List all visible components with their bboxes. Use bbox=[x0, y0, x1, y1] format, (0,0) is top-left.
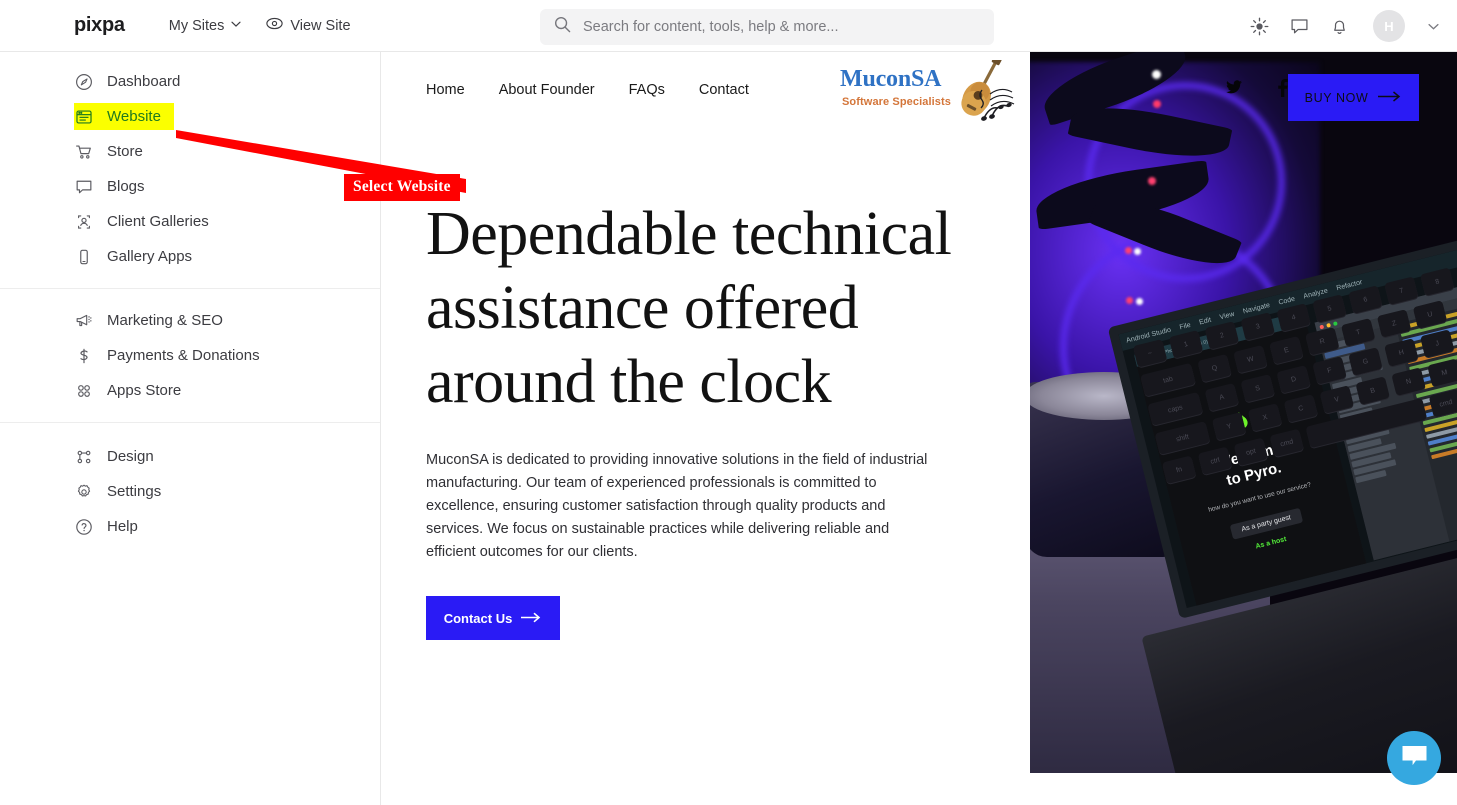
blog-icon bbox=[74, 177, 93, 196]
top-nav: My Sites View Site bbox=[169, 17, 351, 34]
sidebar-item-label: Blogs bbox=[107, 178, 145, 195]
sidebar-item-client-galleries[interactable]: Client Galleries bbox=[0, 204, 380, 239]
app-logo[interactable]: pixpa bbox=[74, 14, 125, 37]
sidebar-item-store[interactable]: Store bbox=[0, 134, 380, 169]
sidebar-item-label: Apps Store bbox=[107, 382, 182, 399]
sidebar-item-marketing-seo[interactable]: Marketing & SEO bbox=[0, 303, 380, 338]
menubar-item: View bbox=[1218, 310, 1236, 322]
top-bar-actions: H bbox=[1250, 0, 1439, 52]
cart-icon bbox=[74, 142, 93, 161]
sidebar-item-label: Payments & Donations bbox=[107, 347, 260, 364]
chevron-down-icon bbox=[231, 19, 241, 28]
site-social-links bbox=[1225, 78, 1288, 102]
menubar-item: Code bbox=[1277, 295, 1296, 307]
bell-icon[interactable] bbox=[1330, 17, 1349, 36]
sidebar-item-settings[interactable]: Settings bbox=[0, 474, 380, 509]
website-preview: Home About Founder FAQs Contact MuconSA … bbox=[381, 52, 1457, 805]
sidebar-group-system: Design Settings Help bbox=[0, 423, 380, 544]
sidebar: Dashboard Website Store Blogs Client Gal… bbox=[0, 52, 381, 805]
sidebar-item-label: Gallery Apps bbox=[107, 248, 193, 265]
sidebar-item-label: Dashboard bbox=[107, 73, 181, 90]
logo-tagline: Software Specialists bbox=[842, 96, 951, 108]
arrow-right-icon bbox=[1378, 90, 1402, 105]
dashboard-icon bbox=[74, 72, 93, 91]
sidebar-item-label: Store bbox=[107, 143, 143, 160]
menubar-item: Edit bbox=[1198, 316, 1212, 327]
grid-icon bbox=[74, 381, 93, 400]
view-site-label: View Site bbox=[290, 17, 351, 34]
sidebar-item-website[interactable]: Website bbox=[0, 99, 380, 134]
sidebar-group-commerce: Marketing & SEO Payments & Donations App… bbox=[0, 289, 380, 408]
site-nav: Home About Founder FAQs Contact bbox=[426, 82, 749, 98]
clients-icon bbox=[74, 212, 93, 231]
chat-widget-button[interactable] bbox=[1387, 731, 1441, 785]
gear-icon bbox=[74, 482, 93, 501]
buy-now-button[interactable]: BUY NOW bbox=[1288, 74, 1419, 121]
sidebar-item-help[interactable]: Help bbox=[0, 509, 380, 544]
megaphone-icon bbox=[74, 311, 93, 330]
sidebar-item-payments-donations[interactable]: Payments & Donations bbox=[0, 338, 380, 373]
menubar-item: File bbox=[1178, 321, 1192, 332]
facebook-icon[interactable] bbox=[1277, 78, 1288, 102]
top-nav-view-site[interactable]: View Site bbox=[266, 17, 351, 34]
design-icon bbox=[74, 447, 93, 466]
site-nav-contact[interactable]: Contact bbox=[699, 82, 749, 98]
top-bar: pixpa My Sites View Site Search for cont… bbox=[0, 0, 1457, 52]
sidebar-item-design[interactable]: Design bbox=[0, 439, 380, 474]
site-logo[interactable]: MuconSA Software Specialists bbox=[836, 55, 1015, 126]
mobile-icon bbox=[74, 247, 93, 266]
top-nav-my-sites[interactable]: My Sites bbox=[169, 18, 241, 34]
contact-us-label: Contact Us bbox=[443, 610, 513, 626]
sidebar-item-label: Help bbox=[107, 518, 138, 535]
chat-bubble-icon bbox=[1401, 744, 1428, 773]
search-input[interactable] bbox=[583, 19, 980, 35]
arrow-right-icon bbox=[521, 611, 542, 626]
search-bar[interactable] bbox=[540, 9, 994, 45]
chat-bubble-icon[interactable] bbox=[1290, 17, 1309, 36]
search-icon bbox=[554, 16, 571, 38]
sidebar-group-content: Dashboard Website Store Blogs Client Gal… bbox=[0, 52, 380, 274]
sidebar-item-label: Client Galleries bbox=[107, 213, 209, 230]
sidebar-item-apps-store[interactable]: Apps Store bbox=[0, 373, 380, 408]
hero-paragraph: MuconSA is dedicated to providing innova… bbox=[426, 452, 928, 560]
site-nav-about[interactable]: About Founder bbox=[499, 82, 595, 98]
sidebar-item-blogs[interactable]: Blogs bbox=[0, 169, 380, 204]
sidebar-item-label: Marketing & SEO bbox=[107, 312, 223, 329]
eye-icon bbox=[266, 17, 284, 34]
page-title: Dependable technical assistance offered … bbox=[426, 200, 952, 416]
question-icon bbox=[74, 517, 93, 536]
hero-text-block: Dependable technical assistance offered … bbox=[426, 197, 986, 640]
site-nav-home[interactable]: Home bbox=[426, 82, 465, 98]
twitter-icon[interactable] bbox=[1225, 80, 1243, 101]
sidebar-item-dashboard[interactable]: Dashboard bbox=[0, 64, 380, 99]
sidebar-item-label: Website bbox=[107, 108, 161, 125]
site-nav-faqs[interactable]: FAQs bbox=[629, 82, 665, 98]
avatar[interactable]: H bbox=[1373, 10, 1405, 42]
logo-name: MuconSA bbox=[840, 66, 942, 92]
dollar-icon bbox=[74, 346, 93, 365]
sidebar-item-label: Settings bbox=[107, 483, 162, 500]
hero-image: Android Studio File Edit View Navigate C… bbox=[1030, 52, 1457, 773]
buy-now-label: BUY NOW bbox=[1304, 90, 1369, 105]
avatar-chevron-down-icon[interactable] bbox=[1428, 21, 1439, 32]
contact-us-button[interactable]: Contact Us bbox=[426, 596, 560, 640]
sidebar-item-label: Design bbox=[107, 448, 154, 465]
guitar-music-icon bbox=[946, 55, 1018, 131]
brightness-icon[interactable] bbox=[1250, 17, 1269, 36]
sidebar-item-gallery-apps[interactable]: Gallery Apps bbox=[0, 239, 380, 274]
my-sites-label: My Sites bbox=[168, 17, 225, 34]
website-icon bbox=[74, 107, 93, 126]
